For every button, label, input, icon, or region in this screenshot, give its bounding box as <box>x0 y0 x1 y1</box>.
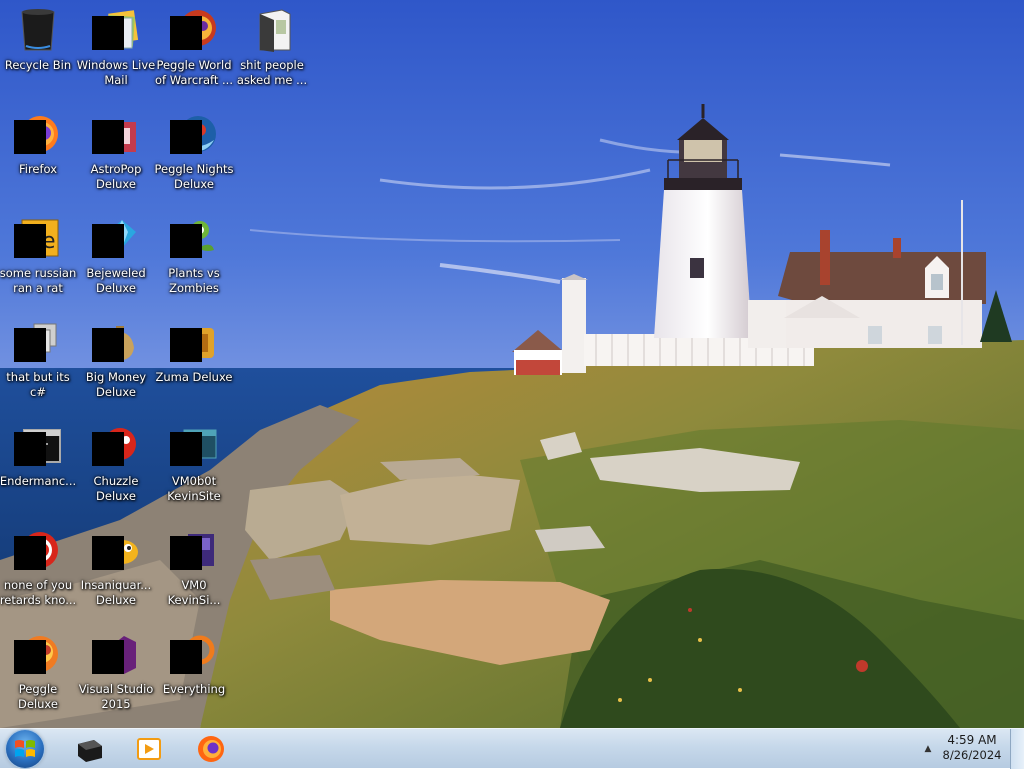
desktop-icon-recycle-bin[interactable]: Recycle Bin <box>0 0 76 96</box>
taskbar-pinned-media-player[interactable] <box>122 731 176 767</box>
taskbar-pinned-firefox[interactable] <box>184 731 238 767</box>
redaction-box <box>170 536 202 570</box>
desktop-icon-label: Insaniquar... Deluxe <box>80 578 152 607</box>
desktop-icon-label: shit people asked me ... <box>236 58 308 87</box>
desktop-icon-label: Big Money Deluxe <box>85 370 147 399</box>
redaction-box <box>14 640 46 674</box>
desktop-icon-visual-studio-2015[interactable]: Visual Studio 2015 <box>78 624 154 720</box>
desktop-icon-vm0b0t-kevinsite[interactable]: VM0b0t KevinSite <box>156 416 232 512</box>
desktop-icon-label: Zuma Deluxe <box>155 370 233 384</box>
desktop-icon-endermanch[interactable]: Endermanc... <box>0 416 76 512</box>
firefox-icon <box>198 736 224 762</box>
desktop-icon-grid: Recycle Bin Firefox e some russian ran a… <box>0 0 1024 728</box>
desktop-icon-label: Firefox <box>18 162 58 176</box>
desktop-icon-label: Peggle Nights Deluxe <box>154 162 234 191</box>
desktop-icon-peggle-nights-deluxe[interactable]: Peggle Nights Deluxe <box>154 104 234 200</box>
desktop-icon-label: VM0b0t KevinSite <box>167 474 221 503</box>
desktop-icon-label: some russian ran a rat <box>0 266 77 295</box>
desktop-icon-label: Bejeweled Deluxe <box>86 266 146 295</box>
desktop-icon-label: Chuzzle Deluxe <box>93 474 139 503</box>
desktop-icon-label: none of you retards kno... <box>0 578 77 607</box>
show-hidden-icons-button[interactable]: ▲ <box>920 741 936 757</box>
windows-logo-icon <box>15 740 35 757</box>
redaction-box <box>170 16 202 50</box>
redaction-box <box>170 640 202 674</box>
desktop-icon-vm0-kevinsite[interactable]: VM0 KevinSi... <box>156 520 232 616</box>
desktop-icon-label: Windows Live Mail <box>76 58 156 87</box>
desktop-icon-insaniquarium-deluxe[interactable]: Insaniquar... Deluxe <box>78 520 154 616</box>
desktop-icon-label: AstroPop Deluxe <box>90 162 142 191</box>
redaction-box <box>170 432 202 466</box>
media-player-icon <box>137 738 161 760</box>
desktop-icon-none-of-you[interactable]: none of you retards kno... <box>0 520 76 616</box>
redaction-box <box>92 16 124 50</box>
desktop-icon-big-money-deluxe[interactable]: Big Money Deluxe <box>78 312 154 408</box>
desktop-icon-label: Endermanc... <box>0 474 77 488</box>
redaction-box <box>92 120 124 154</box>
redaction-box <box>92 640 124 674</box>
desktop-icon-bejeweled-deluxe[interactable]: Bejeweled Deluxe <box>78 208 154 304</box>
start-button[interactable] <box>6 730 44 768</box>
desktop-icon-windows-live-mail[interactable]: Windows Live Mail <box>76 0 156 96</box>
desktop-icon-label: Plants vs Zombies <box>168 266 220 295</box>
desktop-icon-some-russian-ran-a-rat[interactable]: e some russian ran a rat <box>0 208 76 304</box>
desktop-icon-shit-people-asked-me[interactable]: shit people asked me ... <box>234 0 310 96</box>
desktop-icon-peggle-deluxe[interactable]: Peggle Deluxe <box>0 624 76 720</box>
recycle-bin-icon <box>21 9 55 51</box>
taskbar: ▲ 4:59 AM 8/26/2024 <box>0 728 1024 769</box>
redaction-box <box>170 328 202 362</box>
redaction-box <box>14 328 46 362</box>
redaction-box <box>92 432 124 466</box>
desktop-icon-astropop-deluxe[interactable]: AstroPop Deluxe <box>78 104 154 200</box>
redaction-box <box>14 224 46 258</box>
terminal-icon <box>78 740 102 762</box>
desktop-icon-label: Recycle Bin <box>4 58 72 72</box>
redaction-box <box>170 120 202 154</box>
desktop-icon-peggle-world-of-warcraft[interactable]: Peggle World of Warcraft ... <box>155 0 233 96</box>
desktop-icon-label: VM0 KevinSi... <box>167 578 221 607</box>
desktop-icon-everything[interactable]: Everything <box>156 624 232 720</box>
desktop-icon-firefox[interactable]: Firefox <box>0 104 76 200</box>
desktop-icon-that-but-its-csharp[interactable]: that but its c# <box>0 312 76 408</box>
redaction-box <box>92 536 124 570</box>
clock-time: 4:59 AM <box>947 733 997 747</box>
folder-icon <box>259 9 291 52</box>
taskbar-pinned-terminal[interactable] <box>62 731 116 767</box>
redaction-box <box>92 328 124 362</box>
system-clock[interactable]: 4:59 AM 8/26/2024 <box>940 733 1004 765</box>
show-desktop-button[interactable] <box>1010 729 1024 769</box>
desktop-icon-chuzzle-deluxe[interactable]: Chuzzle Deluxe <box>78 416 154 512</box>
desktop-icon-label: Everything <box>162 682 226 696</box>
desktop-icon-zuma-deluxe[interactable]: Zuma Deluxe <box>155 312 233 408</box>
desktop-icon-label: Peggle Deluxe <box>18 682 58 711</box>
clock-date: 8/26/2024 <box>942 748 1002 762</box>
redaction-box <box>92 224 124 258</box>
desktop-icon-label: Visual Studio 2015 <box>78 682 154 711</box>
desktop-icon-label: Peggle World of Warcraft ... <box>155 58 233 87</box>
desktop-icon-label: that but its c# <box>6 370 70 399</box>
desktop-icon-plants-vs-zombies[interactable]: Plants vs Zombies <box>156 208 232 304</box>
redaction-box <box>14 536 46 570</box>
redaction-box <box>170 224 202 258</box>
redaction-box <box>14 432 46 466</box>
redaction-box <box>14 120 46 154</box>
